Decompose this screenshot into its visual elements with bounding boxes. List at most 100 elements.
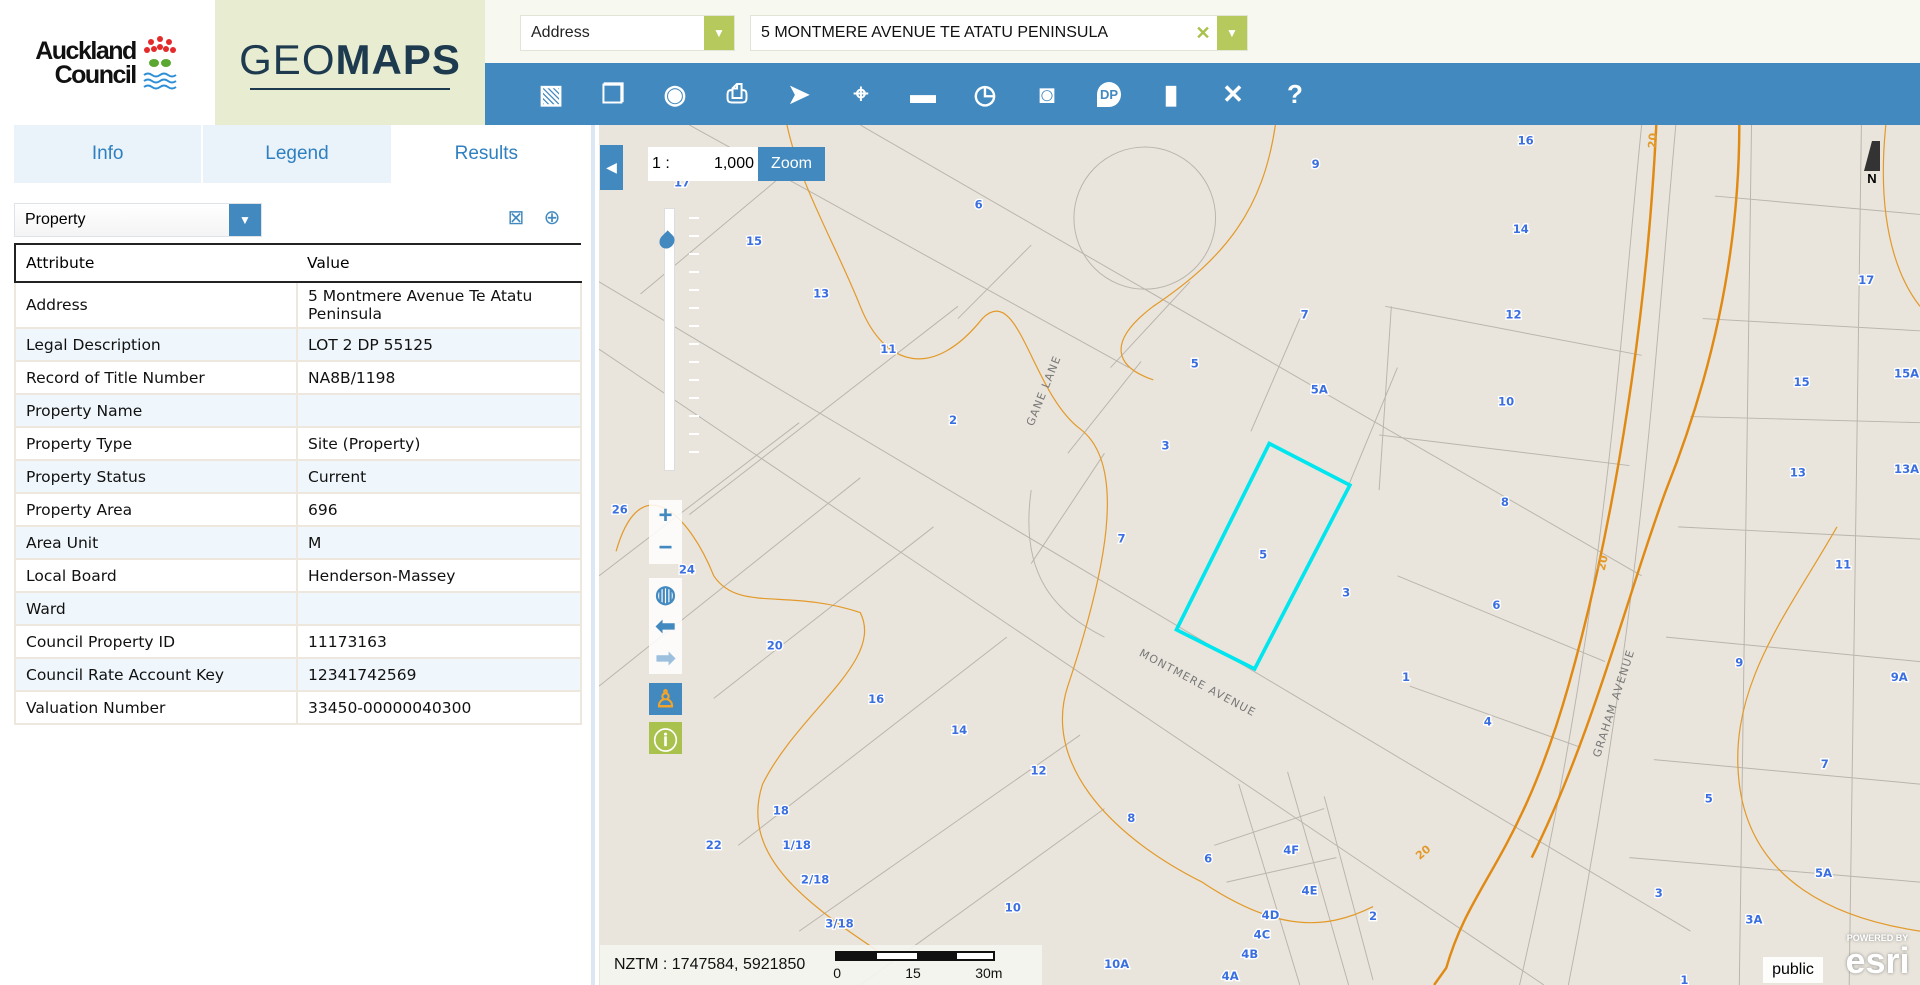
zoom-in-icon[interactable]: ⊕: [540, 205, 564, 231]
attribute-cell: Valuation Number: [14, 690, 298, 725]
chevron-down-icon[interactable]: ▼: [1217, 16, 1247, 50]
zoom-slider-tick: [689, 433, 699, 435]
zoom-button[interactable]: Zoom: [758, 147, 825, 181]
attribute-cell: Property Area: [14, 492, 298, 527]
zoom-slider-tick: [689, 397, 699, 399]
zoom-slider-tick: [689, 217, 699, 219]
attribute-table: Attribute Value Address 5 Montmere Avenue …: [14, 243, 582, 725]
attribute-cell: Ward: [14, 591, 298, 626]
column-header: Value: [297, 243, 581, 283]
value-cell: [296, 591, 582, 626]
layer-select[interactable]: Property ▼: [14, 203, 262, 237]
zoom-out-button[interactable]: −: [649, 532, 682, 564]
header: AucklandCouncil GEOMAPS Address ▼ ✕ ▼ ▧ …: [0, 0, 1920, 125]
logo-text: Council: [54, 60, 138, 89]
lot-number-label: 3A: [1745, 913, 1762, 927]
table-row: Legal Description LOT 2 DP 55125: [14, 327, 582, 362]
export-excel-icon[interactable]: ⊠: [504, 205, 528, 231]
lot-number-label: 7: [1301, 308, 1309, 322]
table-row: Ward: [14, 591, 582, 626]
search-input[interactable]: [751, 17, 1189, 49]
attribute-cell: Property Type: [14, 426, 298, 461]
north-arrow: N: [1864, 141, 1880, 186]
select-arrow-icon[interactable]: ➤: [768, 69, 830, 119]
locate-target-icon[interactable]: ⌖: [830, 69, 892, 119]
map-canvas[interactable]: 1696151417137 12171155A101515A2313 13A2687…: [599, 125, 1920, 985]
auckland-council-logo[interactable]: Auckland Council: [0, 0, 215, 125]
lot-number-label: 12: [1030, 763, 1046, 777]
lot-number-label: 4F: [1283, 843, 1299, 857]
toolbar: ▧ ❐ ◉ ⎙ ➤ ⌖ ▬ ◷ ◙ DP ▮ ✕ ?: [485, 63, 1920, 125]
lot-number-label: 16: [1518, 134, 1534, 148]
lot-number-label: 7: [1118, 532, 1126, 546]
basemap-icon[interactable]: ▧: [520, 69, 582, 119]
lot-number-label: 1/18: [783, 838, 811, 852]
value-cell: Current: [296, 459, 582, 494]
attribute-cell: Area Unit: [14, 525, 298, 560]
table-row: Area Unit M: [14, 525, 582, 560]
zoom-slider-tick: [689, 253, 699, 255]
zoom-slider-tick: [689, 361, 699, 363]
lot-number-label: 5: [1705, 791, 1713, 805]
lot-number-label: 10: [1498, 395, 1514, 409]
table-row: Property Area 696: [14, 492, 582, 527]
chevron-down-icon[interactable]: ▼: [229, 204, 261, 236]
map[interactable]: 16 9 6 15 14 17 13 7 12 17 11 5 5A 10 15 15A 2 3 13 13A 26 8 7…: [599, 125, 1920, 985]
attribute-cell: Address: [14, 281, 298, 329]
search-type-select[interactable]: Address ▼: [520, 15, 735, 51]
coordinates-bar: NZTM : 1747584, 5921850 0 15 30m: [600, 945, 1042, 985]
street-view-person-icon[interactable]: ♙: [649, 683, 682, 715]
history-clock-icon[interactable]: ◷: [954, 69, 1016, 119]
scale-input[interactable]: 1 : 1,000: [648, 147, 758, 181]
collapse-panel-button[interactable]: ◀: [600, 145, 623, 190]
app-title: GEO: [239, 35, 336, 83]
lot-number-label: 10A: [1104, 957, 1129, 971]
chevron-down-icon[interactable]: ▼: [704, 16, 734, 50]
tab-legend[interactable]: Legend: [203, 125, 391, 183]
coordinates-readout: NZTM : 1747584, 5921850: [614, 956, 806, 973]
globe-icon[interactable]: ◍: [649, 578, 682, 610]
camera-icon[interactable]: ◙: [1016, 69, 1078, 119]
tab-results[interactable]: Results: [392, 125, 580, 183]
search-box[interactable]: ✕ ▼: [750, 15, 1248, 51]
zoom-slider-tick: [689, 379, 699, 381]
back-arrow-icon[interactable]: ⬅: [649, 610, 682, 642]
dp-marker-icon[interactable]: DP: [1078, 69, 1140, 119]
tab-info[interactable]: Info: [14, 125, 202, 183]
zoom-slider-tick: [689, 307, 699, 309]
lot-number-label: 2: [949, 413, 957, 427]
measure-ruler-icon[interactable]: ▬: [892, 69, 954, 119]
esri-logo[interactable]: POWERED BY esri: [1835, 933, 1920, 985]
bookmark-icon[interactable]: ▮: [1140, 69, 1202, 119]
geomaps-logo: GEOMAPS: [215, 0, 485, 125]
scale-bar-label: 30m: [975, 965, 1003, 981]
pohutukawa-icon: [143, 35, 177, 89]
print-icon[interactable]: ⎙: [706, 69, 768, 119]
value-cell: LOT 2 DP 55125: [296, 327, 582, 362]
scale-prefix: 1 :: [652, 155, 670, 172]
zoom-in-button[interactable]: +: [649, 500, 682, 532]
table-row: Property Type Site (Property): [14, 426, 582, 461]
table-header: Attribute Value: [14, 243, 581, 283]
lot-number-label: 17: [1858, 273, 1874, 287]
x-icon[interactable]: ✕: [1189, 23, 1217, 44]
forward-arrow-icon[interactable]: ➡: [649, 642, 682, 674]
tools-icon[interactable]: ✕: [1202, 69, 1264, 119]
attribute-cell: Property Status: [14, 459, 298, 494]
lot-number-label: 13A: [1894, 462, 1919, 476]
eye-icon[interactable]: ◉: [644, 69, 706, 119]
lot-number-label: 8: [1127, 811, 1135, 825]
table-row: Property Name: [14, 393, 582, 428]
table-row: Council Rate Account Key 12341742569: [14, 657, 582, 692]
zoom-slider-tick: [689, 289, 699, 291]
contour-lines: [615, 125, 1920, 957]
lot-number-label: 9A: [1891, 670, 1908, 684]
info-icon[interactable]: ⓘ: [649, 722, 682, 755]
layers-icon[interactable]: ❐: [582, 69, 644, 119]
scale-bar-label: 0: [833, 965, 842, 981]
help-icon[interactable]: ?: [1264, 69, 1326, 119]
lot-number-label: 4C: [1254, 927, 1271, 941]
lot-number-label: 4B: [1241, 947, 1258, 961]
attribute-cell: Record of Title Number: [14, 360, 298, 395]
attribute-cell: Council Property ID: [14, 624, 298, 659]
